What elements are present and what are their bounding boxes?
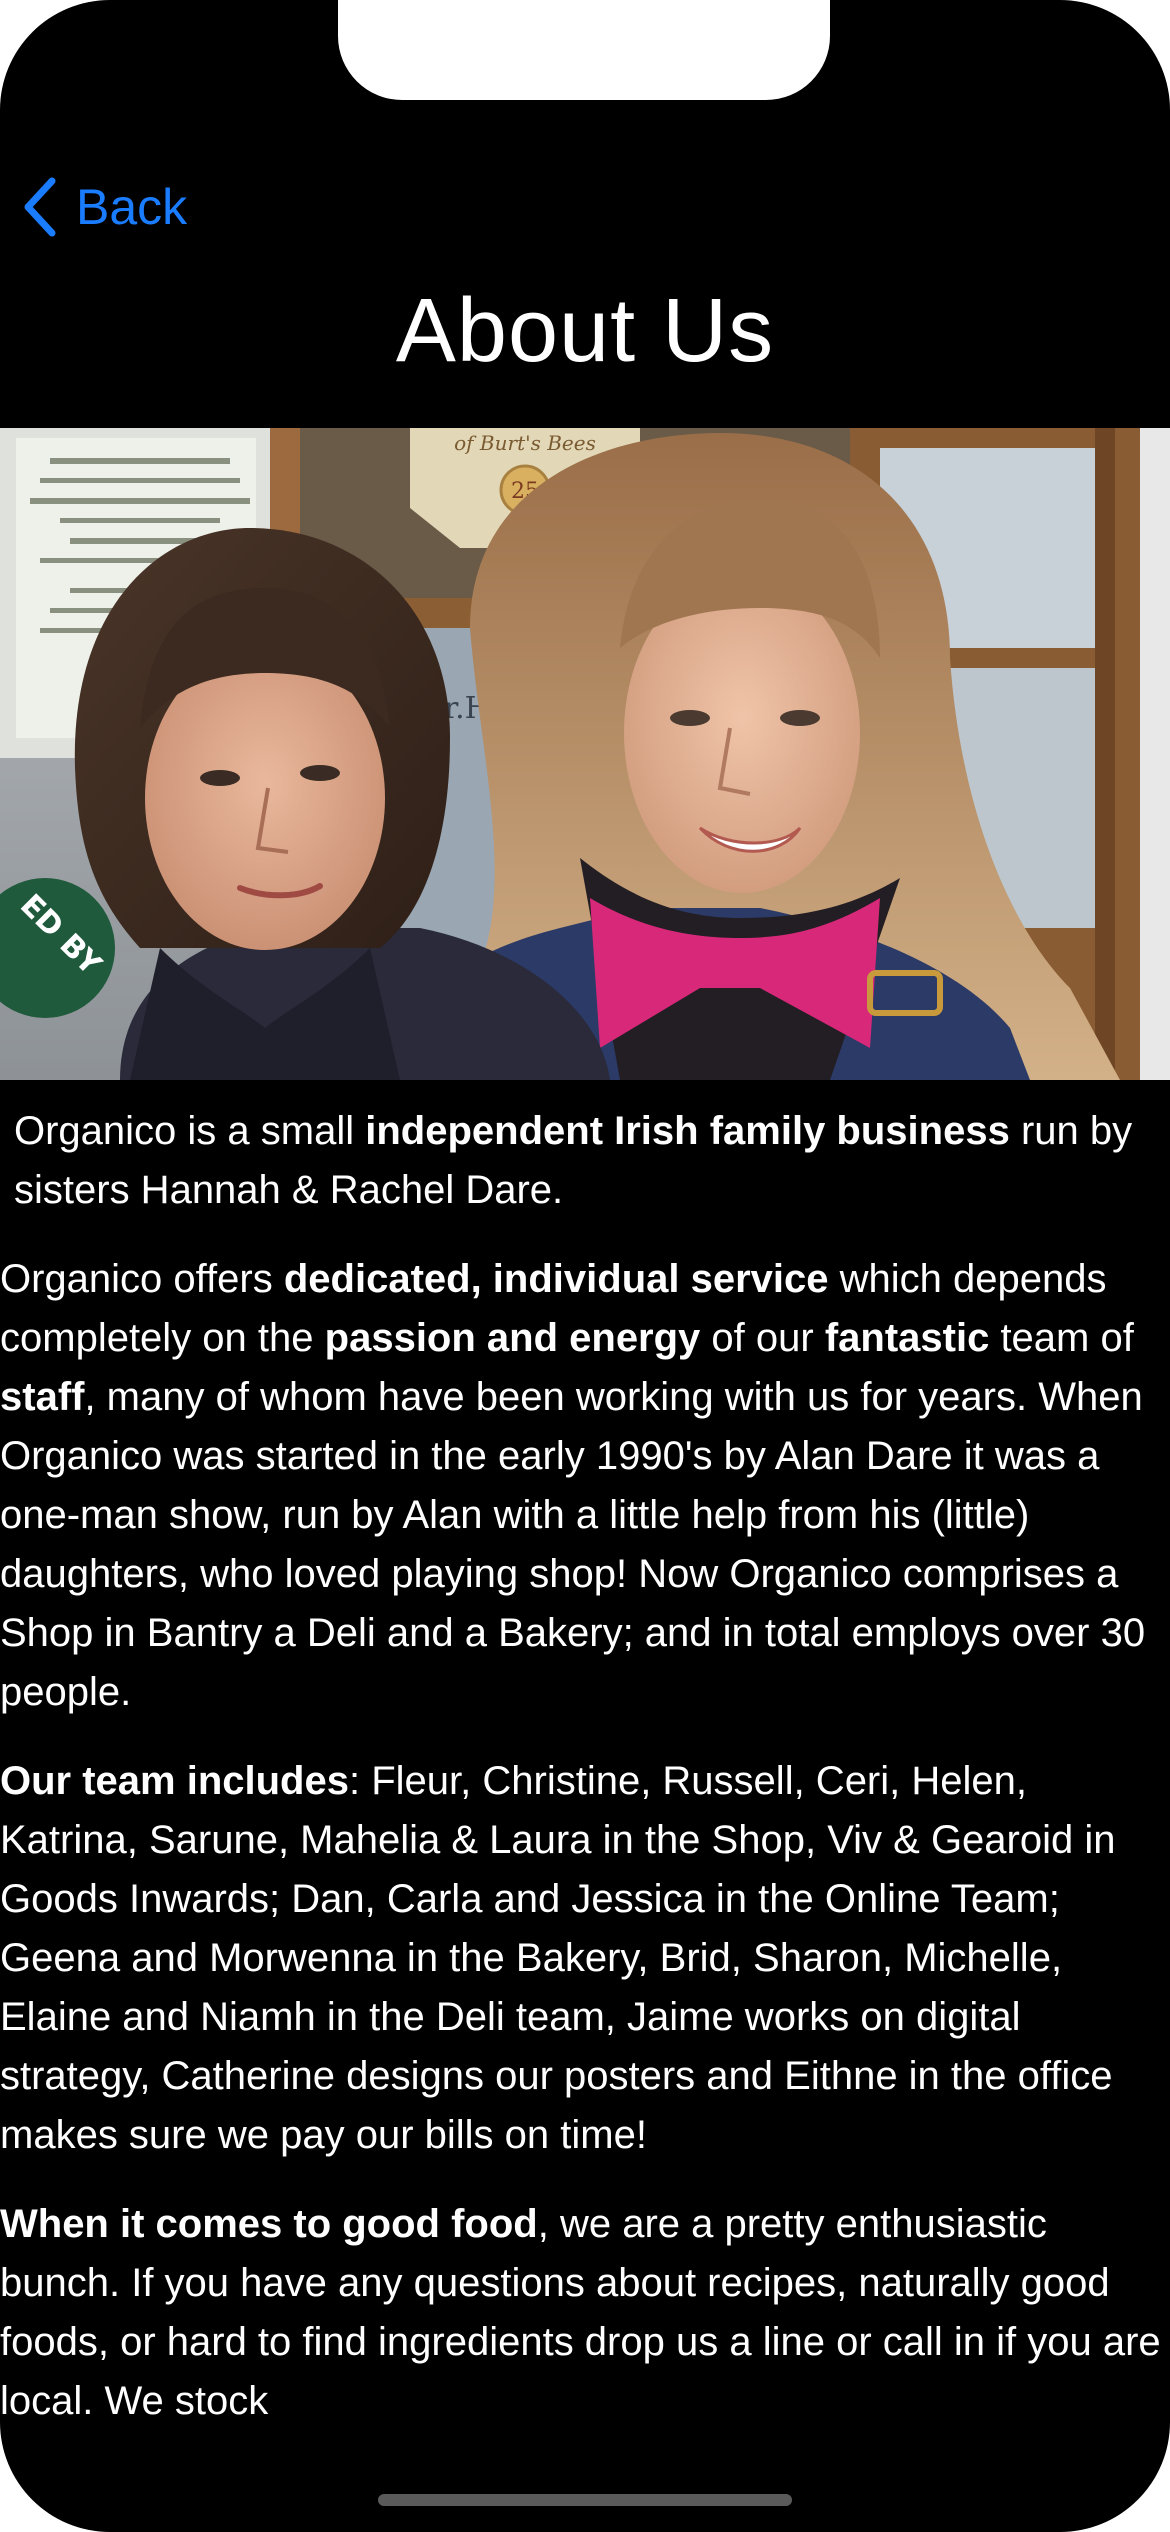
- sign-text: of Burt's Bees: [454, 431, 596, 455]
- bold-run: dedicated, individual service: [283, 1257, 829, 1301]
- bold-run: staff: [0, 1375, 85, 1419]
- device-notch: [338, 0, 830, 100]
- bold-run: When it comes to good food: [0, 2202, 538, 2246]
- bold-run: Our team includes: [0, 1759, 349, 1803]
- about-content: Organico is a small independent Irish fa…: [0, 1102, 1166, 2461]
- page-title: About Us: [395, 281, 775, 381]
- text-run: , many of whom have been working with us…: [0, 1375, 1146, 1714]
- app-screen: Back About Us of Burt's Bees 25 ED BY Or…: [0, 0, 1170, 2532]
- back-button-label: Back: [76, 179, 188, 235]
- bold-run: independent Irish family business: [365, 1109, 1010, 1153]
- hero-photo: of Burt's Bees 25 Dr.Hauschka ED BY: [0, 428, 1170, 1080]
- service-paragraph: Organico offers dedicated, individual se…: [0, 1250, 1166, 1722]
- text-run: of our: [700, 1316, 825, 1360]
- bold-run: passion and energy: [324, 1316, 701, 1360]
- text-run: team of: [989, 1316, 1134, 1360]
- text-run: Organico offers: [0, 1257, 284, 1301]
- hero-image: of Burt's Bees 25 Dr.Hauschka ED BY: [0, 428, 1170, 1080]
- back-button[interactable]: Back: [22, 172, 187, 242]
- good-food-paragraph: When it comes to good food, we are a pre…: [0, 2195, 1166, 2431]
- text-run: : Fleur, Christine, Russell, Ceri, Helen…: [0, 1759, 1116, 2157]
- home-indicator[interactable]: [378, 2494, 792, 2506]
- text-run: Organico is a small: [14, 1109, 366, 1153]
- team-paragraph: Our team includes: Fleur, Christine, Rus…: [0, 1752, 1166, 2165]
- bold-run: fantastic: [824, 1316, 990, 1360]
- intro-paragraph: Organico is a small independent Irish fa…: [0, 1102, 1166, 1220]
- chevron-left-icon: [24, 177, 56, 237]
